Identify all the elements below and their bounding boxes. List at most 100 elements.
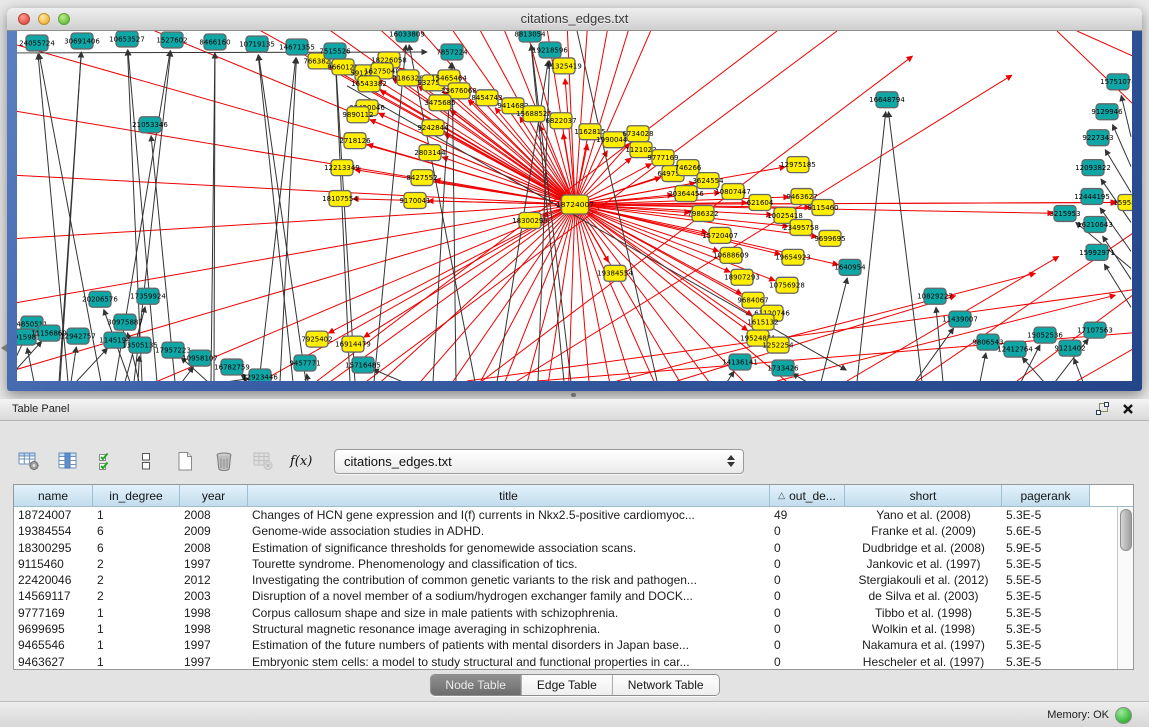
table-cell[interactable]: 0: [770, 523, 845, 539]
table-cell[interactable]: Hescheler et al. (1997): [845, 654, 1002, 669]
graph-node[interactable]: 17359924: [130, 288, 166, 304]
graph-node[interactable]: 20206576: [82, 291, 118, 307]
table-cell[interactable]: 9699695: [14, 621, 93, 637]
table-cell[interactable]: 0: [770, 540, 845, 556]
show-columns-icon[interactable]: [55, 448, 81, 474]
table-cell[interactable]: 6: [93, 540, 180, 556]
table-cell[interactable]: 5.6E-5: [1002, 523, 1090, 539]
graph-node[interactable]: 10719135: [239, 36, 275, 52]
panel-splitter[interactable]: [0, 391, 1149, 399]
table-cell[interactable]: Embryonic stem cells: a model to study s…: [248, 654, 770, 669]
table-cell[interactable]: 2008: [180, 540, 248, 556]
graph-node[interactable]: 7925402: [301, 331, 332, 347]
table-cell[interactable]: 1997: [180, 654, 248, 669]
table-cell[interactable]: Investigating the contribution of common…: [248, 572, 770, 588]
table-cell[interactable]: Yano et al. (2008): [845, 507, 1002, 523]
table-cell[interactable]: Tourette syndrome. Phenomenology and cla…: [248, 556, 770, 572]
graph-node[interactable]: 7986322: [687, 206, 718, 222]
table-cell[interactable]: 5.3E-5: [1002, 654, 1090, 669]
graph-node[interactable]: 1733426: [767, 360, 798, 376]
table-cell[interactable]: 18724007: [14, 507, 93, 523]
graph-node[interactable]: 24055724: [19, 35, 55, 51]
close-panel-icon[interactable]: [1122, 403, 1134, 415]
graph-node[interactable]: 18724007: [556, 195, 594, 214]
table-cell[interactable]: 2: [93, 556, 180, 572]
column-header-short[interactable]: short: [845, 485, 1002, 506]
table-cell[interactable]: 5.3E-5: [1002, 637, 1090, 653]
scrollbar-thumb[interactable]: [1120, 509, 1132, 551]
function-builder-icon[interactable]: f(x): [289, 448, 315, 474]
tab-network-table[interactable]: Network Table: [612, 675, 719, 695]
table-cell[interactable]: 19384554: [14, 523, 93, 539]
table-cell[interactable]: Franke et al. (2009): [845, 523, 1002, 539]
graph-node[interactable]: 3624554: [692, 173, 724, 189]
graph-node[interactable]: 19384554: [597, 265, 633, 281]
graph-node[interactable]: 10756928: [769, 277, 805, 293]
table-row[interactable]: 946362711997Embryonic stem cells: a mode…: [14, 654, 1133, 669]
network-svg[interactable]: 7663822966012559129541822605816275048165…: [17, 31, 1132, 381]
graph-node[interactable]: 10807447: [715, 184, 751, 200]
graph-node[interactable]: 1615132: [747, 314, 778, 330]
delete-table-icon[interactable]: [250, 448, 276, 474]
memory-ok-indicator-icon[interactable]: [1115, 707, 1132, 724]
graph-node[interactable]: 1527602: [156, 32, 187, 48]
table-row[interactable]: 1938455462009Genome-wide association stu…: [14, 523, 1133, 539]
table-cell[interactable]: 5.5E-5: [1002, 572, 1090, 588]
graph-node[interactable]: 9129946: [1091, 104, 1122, 120]
table-cell[interactable]: 6: [93, 523, 180, 539]
table-cell[interactable]: Estimation of the future numbers of pati…: [248, 637, 770, 653]
table-cell[interactable]: 0: [770, 621, 845, 637]
graph-node[interactable]: 9170041: [399, 193, 430, 209]
graph-node[interactable]: 9699695: [814, 230, 845, 246]
table-cell[interactable]: 49: [770, 507, 845, 523]
float-panel-icon[interactable]: [1095, 402, 1109, 415]
table-cell[interactable]: Genome-wide association studies in ADHD.: [248, 523, 770, 539]
graph-node[interactable]: 746266: [675, 160, 702, 176]
graph-node[interactable]: 6734028: [622, 126, 653, 142]
table-cell[interactable]: 5.3E-5: [1002, 556, 1090, 572]
table-cell[interactable]: Structural magnetic resonance image aver…: [248, 621, 770, 637]
table-cell[interactable]: 2: [93, 572, 180, 588]
graph-node[interactable]: 9890112: [342, 107, 373, 123]
table-cell[interactable]: 2009: [180, 523, 248, 539]
close-window-button[interactable]: [18, 13, 30, 25]
graph-node[interactable]: 6822037: [545, 113, 576, 129]
table-selector-dropdown[interactable]: citations_edges.txt: [334, 449, 744, 474]
table-cell[interactable]: Dudbridge et al. (2008): [845, 540, 1002, 556]
table-cell[interactable]: 2003: [180, 588, 248, 604]
table-cell[interactable]: 5.9E-5: [1002, 540, 1090, 556]
table-cell[interactable]: 1: [93, 654, 180, 669]
table-cell[interactable]: 22420046: [14, 572, 93, 588]
table-cell[interactable]: 9465546: [14, 637, 93, 653]
table-row[interactable]: 977716911998Corpus callosum shape and si…: [14, 605, 1133, 621]
table-cell[interactable]: 0: [770, 654, 845, 669]
tab-edge-table[interactable]: Edge Table: [521, 675, 612, 695]
column-header-name[interactable]: name: [14, 485, 93, 506]
column-header-title[interactable]: title: [248, 485, 770, 506]
table-cell[interactable]: Changes of HCN gene expression and I(f) …: [248, 507, 770, 523]
graph-node[interactable]: 2718126: [339, 133, 370, 149]
column-header-year[interactable]: year: [180, 485, 248, 506]
graph-node[interactable]: 10653527: [109, 31, 145, 47]
table-cell[interactable]: Jankovic et al. (1997): [845, 556, 1002, 572]
table-cell[interactable]: 1: [93, 621, 180, 637]
graph-node[interactable]: 15720407: [702, 227, 738, 243]
graph-node[interactable]: 3215953: [1049, 206, 1080, 222]
table-cell[interactable]: Corpus callosum shape and size in male p…: [248, 605, 770, 621]
select-all-icon[interactable]: [94, 448, 120, 474]
graph-node[interactable]: 8466160: [199, 34, 230, 50]
graph-node[interactable]: 9242844: [417, 120, 449, 136]
table-cell[interactable]: 5.3E-5: [1002, 588, 1090, 604]
table-cell[interactable]: 1997: [180, 637, 248, 653]
collapse-panel-arrow-icon[interactable]: [1, 344, 7, 352]
table-cell[interactable]: 1997: [180, 556, 248, 572]
table-cell[interactable]: Nakamura et al. (1997): [845, 637, 1002, 653]
table-cell[interactable]: 0: [770, 637, 845, 653]
table-row[interactable]: 2242004622012Investigating the contribut…: [14, 572, 1133, 588]
zoom-window-button[interactable]: [58, 13, 70, 25]
graph-node[interactable]: 1640954: [834, 259, 866, 275]
table-cell[interactable]: 0: [770, 556, 845, 572]
graph-node[interactable]: 3475685: [424, 95, 455, 111]
table-row[interactable]: 1830029562008Estimation of significance …: [14, 540, 1133, 556]
table-cell[interactable]: 1: [93, 605, 180, 621]
